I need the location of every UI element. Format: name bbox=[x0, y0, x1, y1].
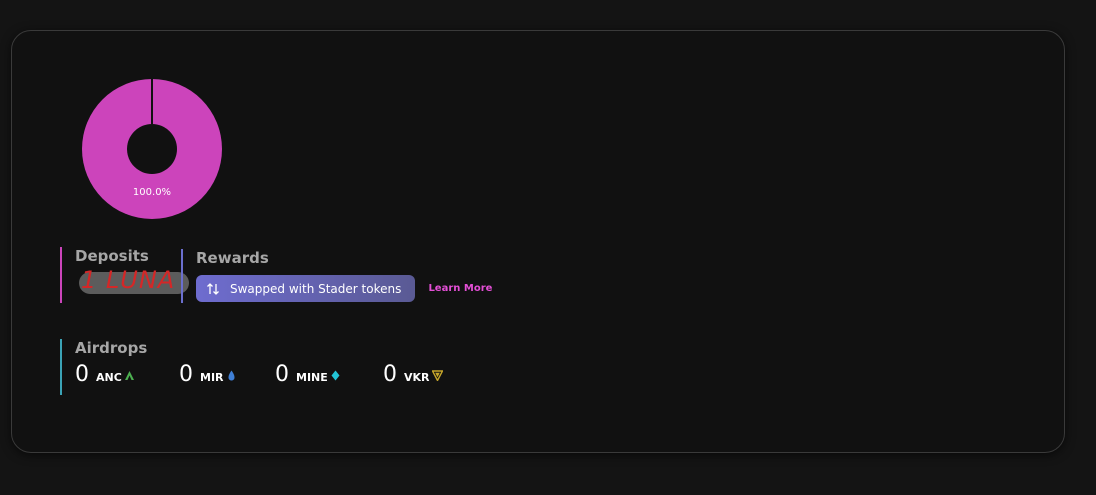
rewards-section: Rewards Swapped with Stader tokens Learn… bbox=[181, 249, 516, 303]
airdrops-section: Airdrops 0 ANC 0 MIR 0 MINE 0 VKR bbox=[60, 339, 495, 395]
airdrop-symbol: ANC bbox=[96, 371, 122, 384]
airdrop-vkr: 0 VKR bbox=[383, 362, 443, 387]
airdrop-symbol: MINE bbox=[296, 371, 328, 384]
deposits-section: Deposits 1 LUNA bbox=[60, 247, 195, 303]
vkr-token-icon bbox=[431, 370, 443, 381]
airdrop-amount: 0 bbox=[75, 362, 89, 387]
airdrop-anc: 0 ANC bbox=[75, 362, 179, 387]
airdrops-title: Airdrops bbox=[75, 339, 148, 357]
airdrop-list: 0 ANC 0 MIR 0 MINE 0 VKR bbox=[75, 362, 495, 387]
donut-hole bbox=[127, 124, 177, 174]
donut-data-label: 100.0% bbox=[133, 187, 171, 198]
stader-swap-label: Swapped with Stader tokens bbox=[230, 281, 402, 296]
swap-arrows-icon bbox=[207, 282, 219, 295]
airdrop-symbol: MIR bbox=[200, 371, 224, 384]
deposit-amount-text: 1 LUNA bbox=[81, 266, 176, 294]
deposits-title: Deposits bbox=[75, 247, 149, 265]
airdrop-amount: 0 bbox=[275, 362, 289, 387]
rewards-title: Rewards bbox=[196, 249, 269, 267]
airdrop-mine: 0 MINE bbox=[275, 362, 383, 387]
airdrop-amount: 0 bbox=[179, 362, 193, 387]
anc-token-icon bbox=[124, 371, 134, 380]
mir-token-icon bbox=[228, 370, 235, 381]
airdrop-mir: 0 MIR bbox=[179, 362, 275, 387]
airdrop-amount: 0 bbox=[383, 362, 397, 387]
deposit-amount: 1 LUNA bbox=[75, 266, 189, 294]
stader-swap-badge: Swapped with Stader tokens bbox=[196, 275, 416, 302]
deposit-donut-chart: 100.0% bbox=[82, 79, 222, 219]
airdrop-symbol: VKR bbox=[404, 371, 430, 384]
mine-token-icon bbox=[331, 370, 340, 381]
staking-summary-card: 100.0% Deposits 1 LUNA Rewards Swapped w… bbox=[11, 30, 1065, 453]
learn-more-link[interactable]: Learn More bbox=[428, 283, 492, 294]
